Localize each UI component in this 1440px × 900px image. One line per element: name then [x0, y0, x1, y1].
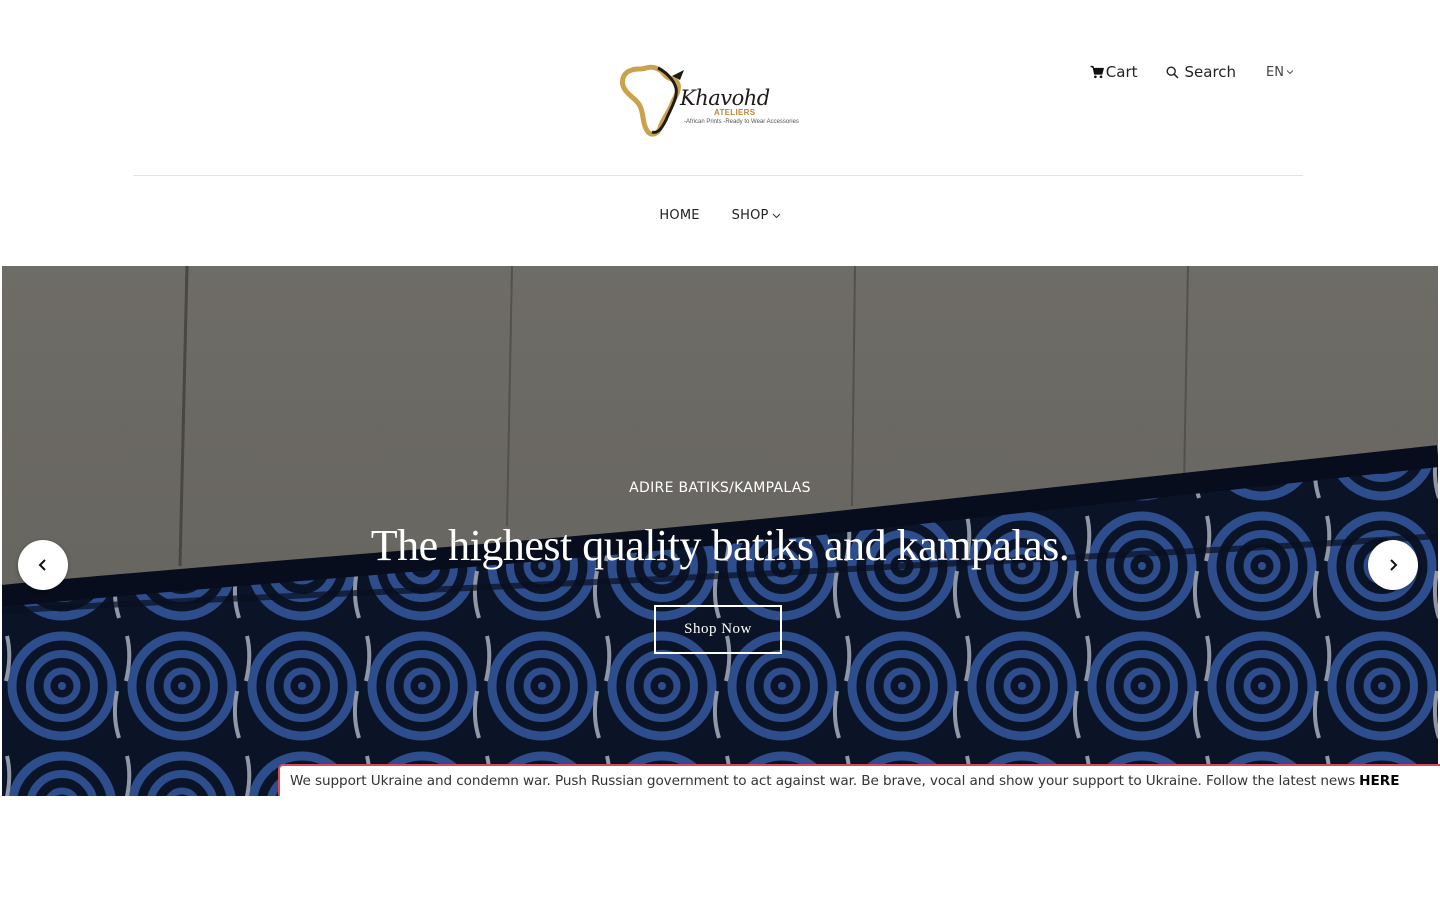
banner-link-here[interactable]: HERE: [1359, 773, 1399, 789]
chevron-down-icon: [772, 213, 780, 218]
chevron-down-icon: [1286, 70, 1294, 75]
nav-item-label: SHOP: [731, 208, 769, 223]
chevron-left-icon: [38, 559, 46, 571]
nav-item-home[interactable]: HOME: [659, 208, 699, 223]
logo-subtitle: ATELIERS: [714, 108, 756, 117]
logo-name: Khavohd: [680, 86, 770, 110]
cart-label: Cart: [1105, 63, 1138, 81]
hero-kicker: ADIRE BATIKS/KAMPALAS: [629, 480, 811, 496]
hero-title: The highest quality batiks and kampalas.: [370, 521, 1070, 570]
slider-prev-button[interactable]: [18, 540, 68, 590]
slider-next-button[interactable]: [1368, 540, 1418, 590]
ukraine-support-banner: We support Ukraine and condemn war. Push…: [278, 764, 1440, 796]
logo-tagline: -African Prints -Ready to Wear Accessori…: [684, 119, 799, 125]
site-logo[interactable]: Khavohd ATELIERS -African Prints -Ready …: [618, 58, 818, 142]
cart-icon: [1090, 65, 1104, 79]
language-label: EN: [1266, 64, 1284, 80]
search-label: Search: [1184, 63, 1237, 81]
language-selector[interactable]: EN: [1266, 65, 1294, 80]
search-icon: [1165, 65, 1179, 79]
main-nav: HOME SHOP: [0, 208, 1440, 223]
site-header: Khavohd ATELIERS -African Prints -Ready …: [0, 0, 1440, 176]
cart-button[interactable]: Cart: [1090, 63, 1138, 81]
header-actions: Cart Search EN: [1090, 62, 1294, 82]
search-button[interactable]: Search: [1165, 63, 1237, 81]
nav-item-label: HOME: [659, 208, 700, 223]
banner-text: We support Ukraine and condemn war. Push…: [290, 773, 1356, 789]
nav-item-shop[interactable]: SHOP: [732, 208, 781, 223]
chevron-right-icon: [1390, 559, 1398, 571]
shop-now-button[interactable]: Shop Now: [654, 605, 782, 654]
hero-slider: ADIRE BATIKS/KAMPALAS The highest qualit…: [2, 266, 1438, 796]
africa-map-logo-icon: [619, 64, 684, 137]
header-divider: [133, 175, 1303, 176]
